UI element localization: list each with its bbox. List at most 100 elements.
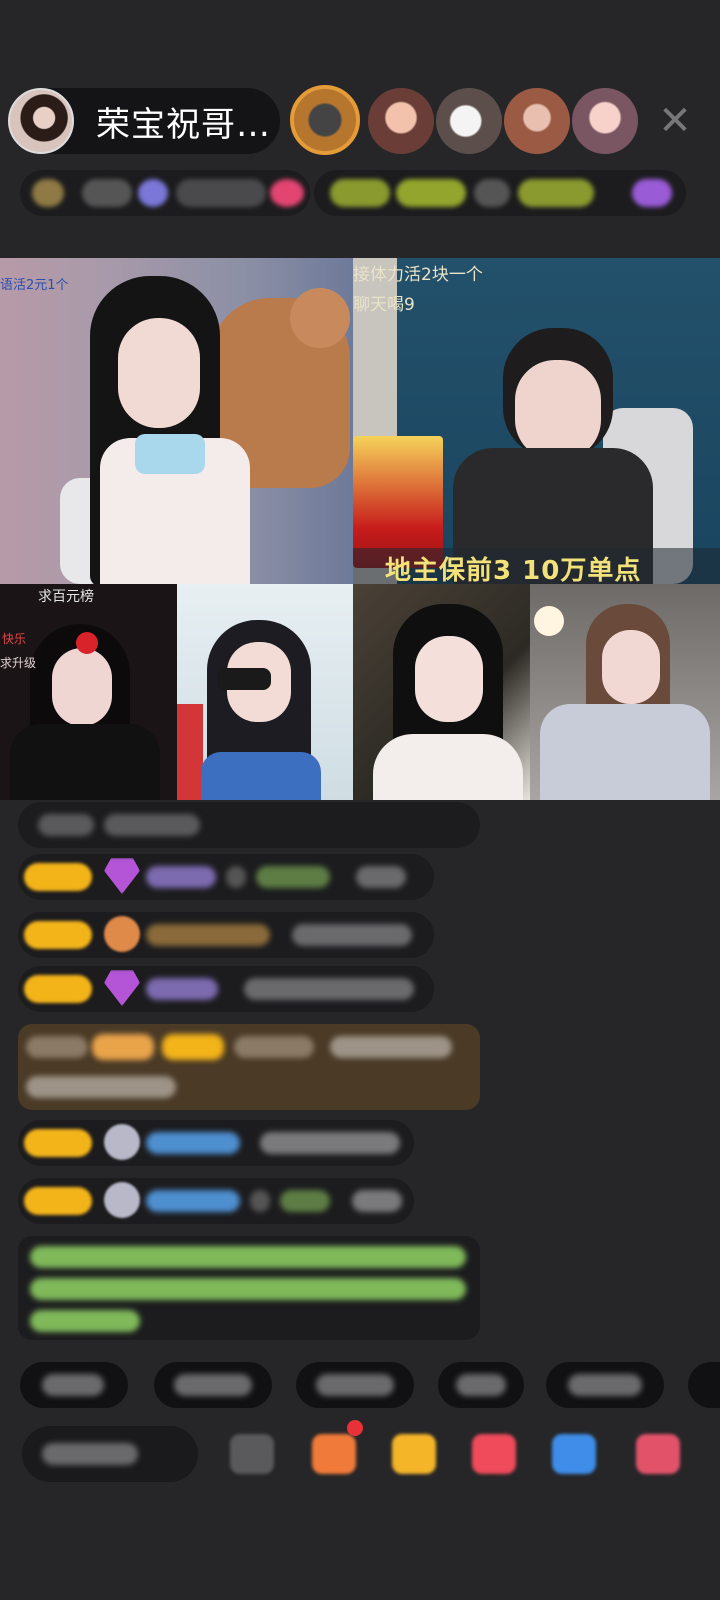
chat-message[interactable] xyxy=(18,1120,414,1166)
system-message[interactable] xyxy=(18,1024,480,1110)
badge-icon xyxy=(138,179,168,207)
quick-reply-chip[interactable] xyxy=(546,1362,664,1408)
blurred-text xyxy=(82,179,132,207)
chat-message[interactable] xyxy=(18,1178,414,1224)
blurred-text xyxy=(26,1036,88,1058)
quick-reply-chip[interactable] xyxy=(20,1362,128,1408)
chat-input[interactable] xyxy=(22,1426,198,1482)
announcement-message[interactable] xyxy=(18,1236,480,1340)
blurred-placeholder xyxy=(42,1443,138,1465)
level-badge xyxy=(24,863,92,891)
blurred-text xyxy=(250,1190,270,1212)
room-overlay-text: 聊天喝9 xyxy=(353,295,415,315)
blurred-username xyxy=(146,866,216,888)
level-badge xyxy=(24,1187,92,1215)
quick-reply-chip[interactable] xyxy=(688,1362,720,1408)
blurred-tag xyxy=(330,179,390,207)
blurred-username xyxy=(146,924,270,946)
blurred-text xyxy=(30,1310,140,1332)
quick-reply-chip[interactable] xyxy=(438,1362,524,1408)
streamer-face xyxy=(515,360,601,460)
avatar-icon xyxy=(104,1124,140,1160)
blurred-text xyxy=(30,1246,466,1268)
blurred-text xyxy=(174,1374,252,1396)
gift-box-icon[interactable] xyxy=(392,1434,436,1474)
gem-icon xyxy=(104,970,140,1006)
streamer-face xyxy=(602,630,660,704)
quick-reply-chip[interactable] xyxy=(296,1362,414,1408)
blurred-username xyxy=(146,978,218,1000)
viewer-avatar[interactable] xyxy=(436,88,502,154)
viewer-avatar[interactable] xyxy=(368,88,434,154)
blurred-username xyxy=(146,1132,240,1154)
teddy-bear-graphic xyxy=(290,288,350,348)
blurred-username xyxy=(234,1036,314,1058)
viewer-avatar[interactable] xyxy=(504,88,570,154)
emoji-sticker xyxy=(76,632,98,654)
video-room-5[interactable] xyxy=(353,584,530,800)
level-badge xyxy=(162,1034,224,1060)
blurred-tag xyxy=(518,179,594,207)
viewer-avatar[interactable] xyxy=(290,85,360,155)
blurred-badge xyxy=(92,1034,154,1060)
level-badge xyxy=(24,921,92,949)
more-icon xyxy=(632,179,672,207)
streamer-face xyxy=(415,636,483,722)
viewer-avatar[interactable] xyxy=(572,88,638,154)
host-name: 荣宝祝哥… xyxy=(96,104,271,145)
blurred-text xyxy=(244,978,414,1000)
room-info-strip[interactable] xyxy=(20,170,310,216)
blurred-text xyxy=(356,866,406,888)
streamer-face xyxy=(52,648,112,726)
video-room-3[interactable]: 求百元榜 快乐 求升级 xyxy=(0,584,177,800)
blurred-tag xyxy=(474,179,510,207)
room-tags-strip[interactable] xyxy=(314,170,686,216)
streamer-body xyxy=(373,734,523,800)
video-room-1[interactable]: 语活2元1个 xyxy=(0,258,353,584)
level-badge xyxy=(24,1129,92,1157)
blurred-tag xyxy=(396,179,466,207)
chat-message[interactable] xyxy=(18,802,480,848)
level-badge xyxy=(24,975,92,1003)
video-room-6[interactable] xyxy=(530,584,720,800)
streamer-face xyxy=(118,318,200,428)
streamer-body xyxy=(201,752,321,800)
streamer-body xyxy=(540,704,710,800)
message-icon[interactable] xyxy=(552,1434,596,1474)
blurred-text xyxy=(104,814,200,836)
blurred-text xyxy=(38,814,94,836)
blurred-text xyxy=(456,1374,506,1396)
blurred-text xyxy=(260,1132,400,1154)
share-icon[interactable] xyxy=(472,1434,516,1474)
host-info-pill[interactable]: 荣宝祝哥… xyxy=(8,88,280,154)
room-banner-text: 地主保前3 10万单点 xyxy=(385,556,642,584)
room-overlay-text: 求百元榜 xyxy=(38,589,94,605)
gift-icon[interactable] xyxy=(636,1434,680,1474)
streamer-body xyxy=(10,724,160,800)
fan-club-icon xyxy=(104,916,140,952)
blurred-username xyxy=(146,1190,240,1212)
blurred-username xyxy=(256,866,330,888)
blurred-text xyxy=(316,1374,394,1396)
blurred-text xyxy=(292,924,412,946)
avatar-icon xyxy=(104,1182,140,1218)
blurred-text xyxy=(226,866,246,888)
heart-icon xyxy=(270,179,304,207)
room-overlay-text: 接体力活2块一个 xyxy=(353,265,483,285)
chat-message[interactable] xyxy=(18,854,434,900)
video-room-2[interactable]: 接体力活2块一个 聊天喝9 地主保前3 10万单点 xyxy=(353,258,720,584)
chat-message[interactable] xyxy=(18,912,434,958)
quick-reply-chip[interactable] xyxy=(154,1362,272,1408)
notification-dot xyxy=(347,1420,363,1436)
sunglasses xyxy=(217,668,271,690)
blurred-text xyxy=(352,1190,402,1212)
close-icon[interactable]: ✕ xyxy=(652,98,698,144)
room-overlay-text: 快乐 xyxy=(2,632,27,646)
task-icon[interactable] xyxy=(312,1434,356,1474)
chat-message[interactable] xyxy=(18,966,434,1012)
more-actions-icon[interactable] xyxy=(230,1434,274,1474)
blurred-text xyxy=(42,1374,104,1396)
blurred-text xyxy=(330,1036,452,1058)
host-avatar[interactable] xyxy=(8,88,74,154)
video-room-4[interactable] xyxy=(177,584,353,800)
